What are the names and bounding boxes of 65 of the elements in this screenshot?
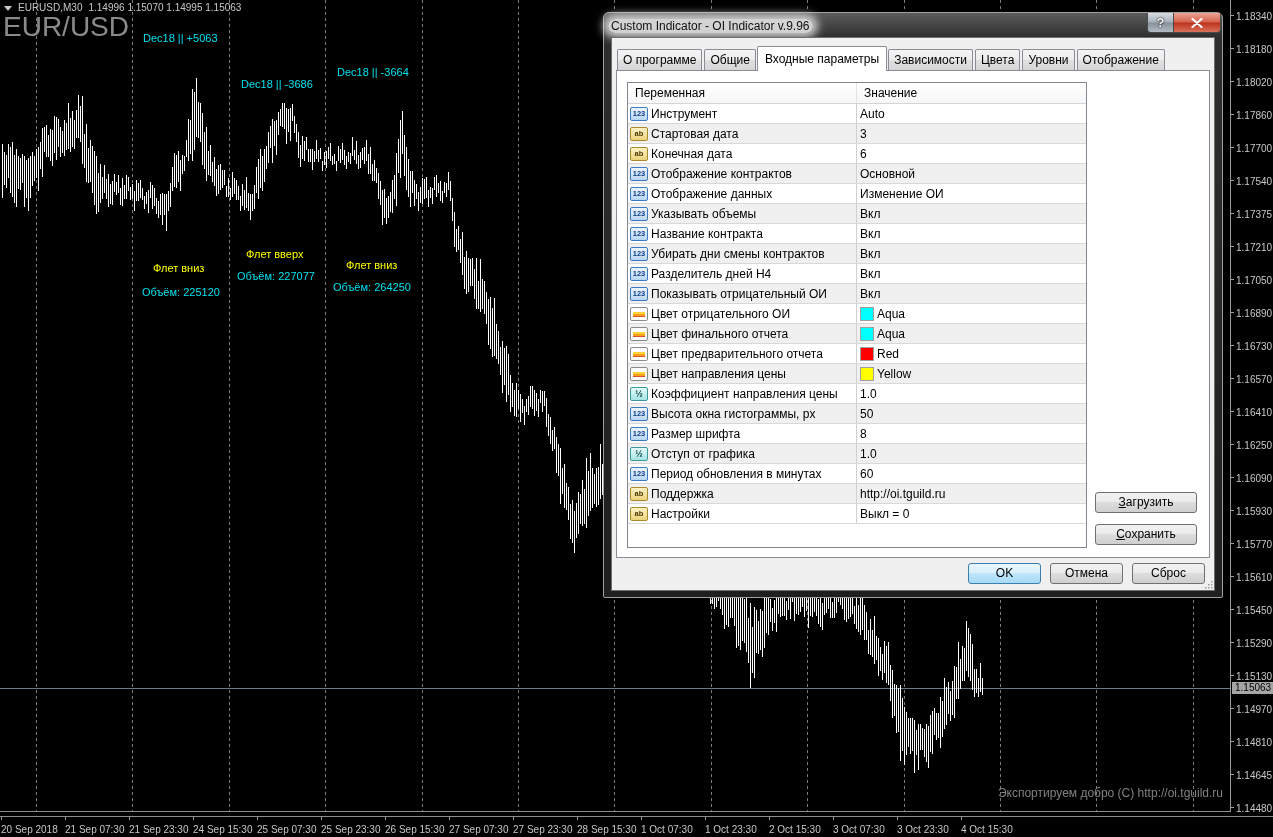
price-label: 1.16090 (1236, 473, 1273, 485)
price-label: 1.16570 (1236, 374, 1273, 386)
current-price-label: 1.15063 (1232, 682, 1273, 694)
time-label: 25 Sep 07:30 (257, 824, 317, 835)
time-label: 27 Sep 07:30 (449, 824, 509, 835)
time-label: 3 Oct 23:30 (897, 824, 949, 835)
price-label: 1.16730 (1236, 341, 1273, 353)
price-label: 1.15130 (1236, 671, 1273, 683)
price-label: 1.17375 (1236, 209, 1273, 221)
symbol-label: EUR/USD (3, 11, 129, 42)
caret-icon[interactable] (4, 5, 12, 11)
time-label: 28 Sep 15:30 (577, 824, 637, 835)
price-label: 1.17050 (1236, 275, 1273, 287)
price-label: 1.15930 (1236, 506, 1273, 518)
price-label: 1.18020 (1236, 77, 1273, 89)
dialog-button[interactable]: Отмена (1050, 563, 1123, 584)
price-label: 1.15770 (1236, 539, 1273, 551)
price-label: 1.15610 (1236, 572, 1273, 584)
resize-grip-icon[interactable] (1204, 580, 1213, 589)
price-label: 1.14810 (1236, 737, 1273, 749)
price-label: 1.14970 (1236, 704, 1273, 716)
chart-title: EURUSD,M30 (18, 2, 83, 14)
tab[interactable]: Входные параметры (756, 46, 888, 71)
side-button[interactable]: Сохранить (1095, 524, 1197, 545)
price-label: 1.15290 (1236, 638, 1273, 650)
price-label: 1.16890 (1236, 308, 1273, 320)
price-label: 1.17210 (1236, 242, 1273, 254)
tab[interactable]: Уровни (1022, 49, 1075, 70)
price-label: 1.18180 (1236, 44, 1273, 56)
price-label: 1.15450 (1236, 605, 1273, 617)
close-button[interactable] (1174, 13, 1221, 33)
contract-label: Dec18 || +5063 (143, 32, 218, 45)
dialog-button[interactable]: OK (968, 563, 1041, 584)
price-label: 1.17860 (1236, 110, 1273, 122)
time-label: 24 Sep 15:30 (193, 824, 253, 835)
time-label: 21 Sep 07:30 (65, 824, 125, 835)
price-label: 1.14645 (1236, 770, 1273, 782)
close-icon (1191, 17, 1203, 28)
price-label: 1.16250 (1236, 440, 1273, 452)
time-label: 4 Oct 15:30 (961, 824, 1013, 835)
price-label: 1.16410 (1236, 407, 1273, 419)
time-label: 1 Oct 07:30 (641, 824, 693, 835)
copyright-text: Экспортируем добро (C) http://oi.tguild.ru (997, 786, 1223, 800)
tab[interactable]: О программе (617, 49, 703, 70)
tab[interactable]: Зависимости (888, 49, 973, 70)
tab[interactable]: Отображение (1076, 49, 1165, 70)
window-title: Custom Indicator - OI Indicator v.9.96 (608, 19, 813, 33)
time-label: 20 Sep 2018 (1, 824, 58, 835)
tab[interactable]: Общие (704, 49, 756, 70)
price-label: 1.14480 (1236, 803, 1273, 815)
dialog-button[interactable]: Сброс (1132, 563, 1205, 584)
contract-label: Dec18 || -3664 (337, 66, 409, 79)
side-button[interactable]: Загрузить (1095, 492, 1197, 513)
time-label: 21 Sep 23:30 (129, 824, 189, 835)
price-label: 1.17700 (1236, 143, 1273, 155)
price-label: 1.18340 (1236, 11, 1273, 23)
price-quotes: 1.14996 1.15070 1.14995 1.15063 (88, 2, 242, 14)
time-label: 1 Oct 23:30 (705, 824, 757, 835)
price-label: 1.17540 (1236, 176, 1273, 188)
tab[interactable]: Цвета (974, 49, 1021, 70)
time-label: 3 Oct 07:30 (833, 824, 885, 835)
time-label: 26 Sep 15:30 (385, 824, 445, 835)
time-label: 27 Sep 23:30 (513, 824, 573, 835)
time-label: 25 Sep 23:30 (321, 824, 381, 835)
time-label: 2 Oct 15:30 (769, 824, 821, 835)
